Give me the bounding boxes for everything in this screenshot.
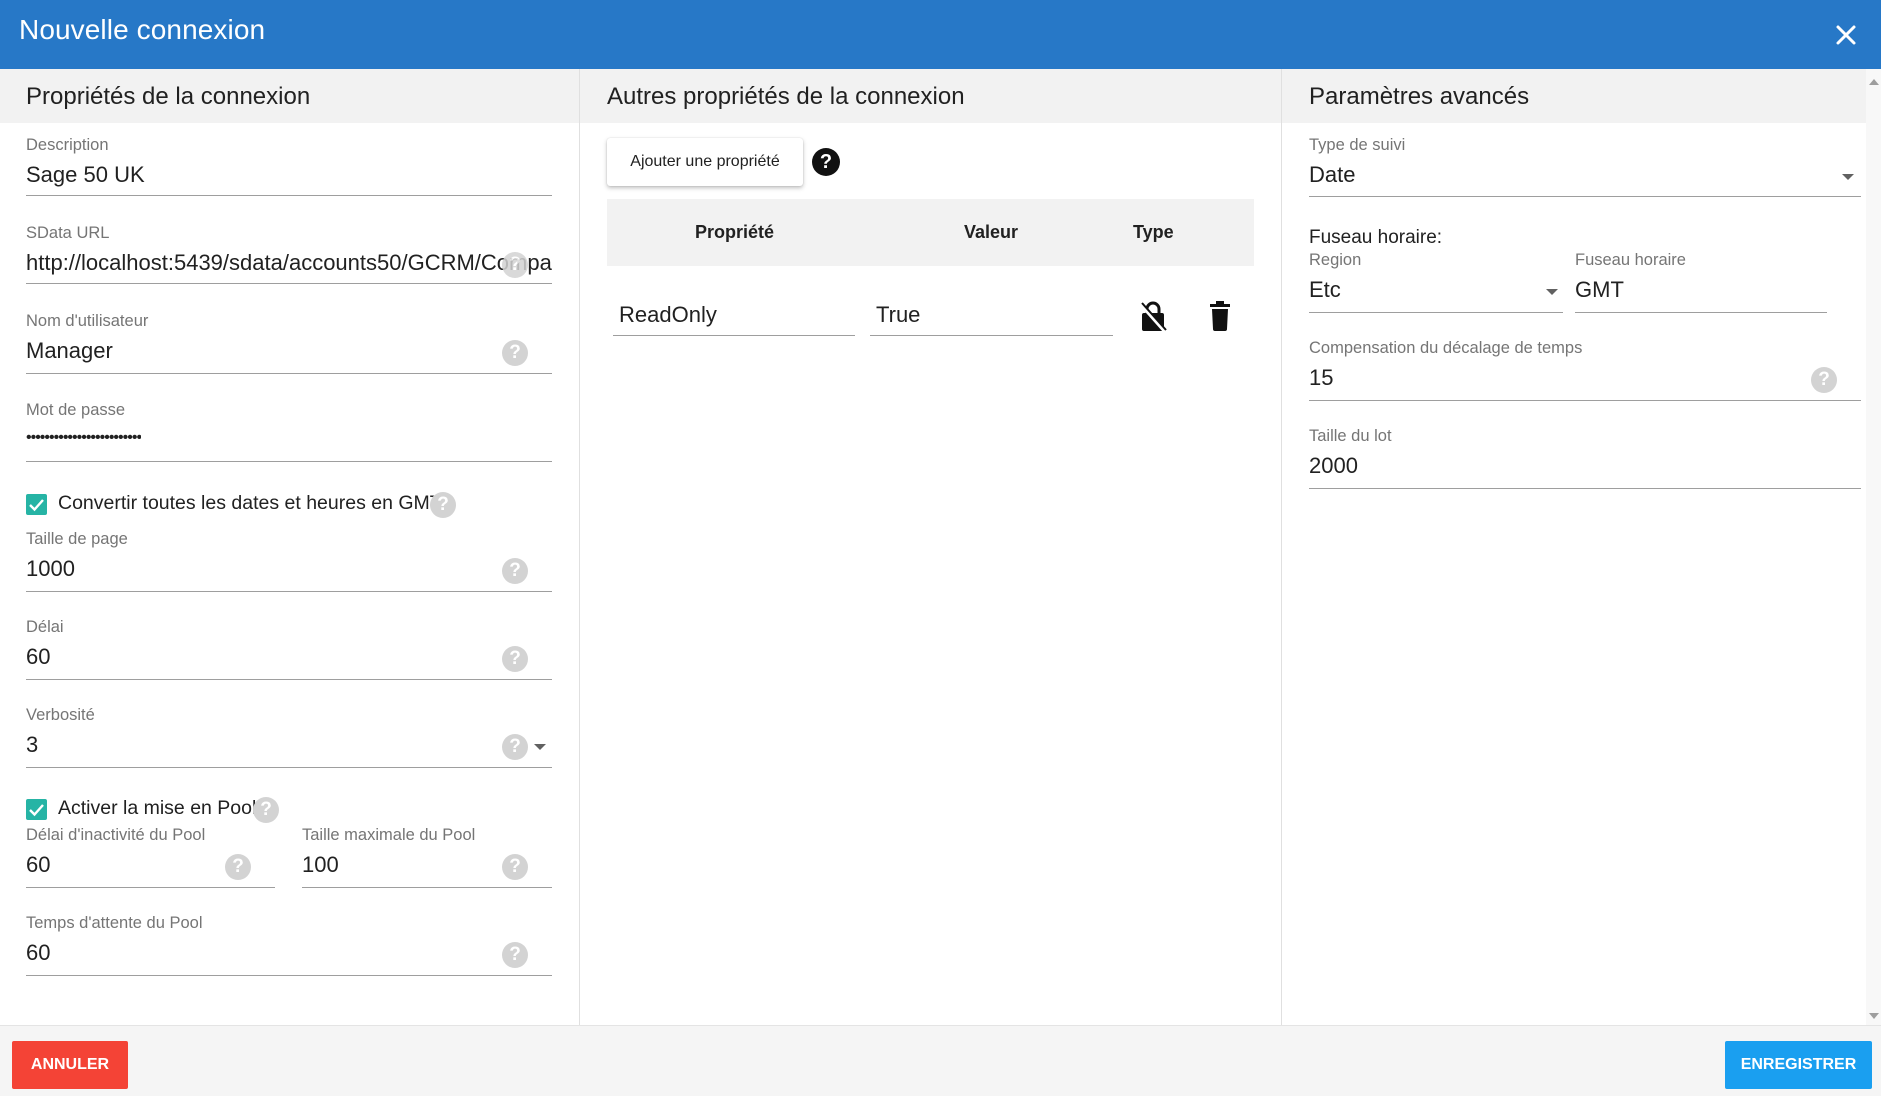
convert-gmt-checkbox[interactable] bbox=[26, 494, 47, 515]
dialog-footer: ANNULER ENREGISTRER bbox=[0, 1025, 1881, 1096]
vertical-scrollbar[interactable] bbox=[1866, 69, 1881, 1025]
property-value-input[interactable]: True bbox=[870, 297, 1113, 336]
timeout-input[interactable]: 60 bbox=[26, 644, 50, 670]
pool-wait-help-icon[interactable]: ? bbox=[502, 942, 528, 968]
pooling-help-icon[interactable]: ? bbox=[253, 797, 279, 823]
batch-size-input[interactable]: 2000 bbox=[1309, 453, 1358, 479]
pool-wait-label: Temps d'attente du Pool bbox=[26, 914, 203, 932]
pool-max-label: Taille maximale du Pool bbox=[302, 826, 476, 844]
trash-icon[interactable] bbox=[1208, 301, 1232, 331]
sdata-url-input[interactable]: http://localhost:5439/sdata/accounts50/G… bbox=[26, 250, 552, 276]
property-name-value[interactable]: ReadOnly bbox=[619, 302, 717, 328]
sdata-url-help-icon[interactable]: ? bbox=[502, 252, 528, 278]
time-offset-field[interactable]: Compensation du décalage de temps 15 ? bbox=[1309, 339, 1861, 401]
password-field[interactable]: Mot de passe ••••••••••••••••••••••••• bbox=[26, 401, 552, 462]
column-header-property: Propriété bbox=[695, 222, 775, 242]
time-offset-help-icon[interactable]: ? bbox=[1811, 367, 1837, 393]
convert-gmt-help-icon[interactable]: ? bbox=[430, 492, 456, 518]
scroll-down-icon[interactable] bbox=[1869, 1013, 1879, 1019]
pool-max-field[interactable]: Taille maximale du Pool 100 ? bbox=[302, 826, 552, 888]
sdata-url-field[interactable]: SData URL http://localhost:5439/sdata/ac… bbox=[26, 224, 552, 284]
chevron-down-icon[interactable] bbox=[534, 744, 546, 750]
verbosity-help-icon[interactable]: ? bbox=[502, 734, 528, 760]
pool-idle-help-icon[interactable]: ? bbox=[225, 854, 251, 880]
region-select[interactable]: Region Etc bbox=[1309, 251, 1563, 313]
close-icon[interactable] bbox=[1830, 19, 1862, 51]
page-size-field[interactable]: Taille de page 1000 ? bbox=[26, 530, 552, 592]
verbosity-label: Verbosité bbox=[26, 706, 95, 724]
page-size-input[interactable]: 1000 bbox=[26, 556, 75, 582]
tracking-type-label: Type de suivi bbox=[1309, 136, 1406, 154]
time-offset-label: Compensation du décalage de temps bbox=[1309, 339, 1583, 357]
verbosity-select[interactable]: Verbosité 3 ? bbox=[26, 706, 552, 768]
password-label: Mot de passe bbox=[26, 401, 126, 419]
page-size-help-icon[interactable]: ? bbox=[502, 558, 528, 584]
timezone-input[interactable]: GMT bbox=[1575, 277, 1624, 303]
add-property-help-icon[interactable]: ? bbox=[812, 148, 840, 176]
chevron-down-icon[interactable] bbox=[1842, 174, 1854, 180]
username-label: Nom d'utilisateur bbox=[26, 312, 149, 330]
time-offset-input[interactable]: 15 bbox=[1309, 365, 1333, 391]
pool-idle-field[interactable]: Délai d'inactivité du Pool 60 ? bbox=[26, 826, 275, 888]
page-size-label: Taille de page bbox=[26, 530, 128, 548]
advanced-settings-heading: Paramètres avancés bbox=[1282, 69, 1866, 123]
pooling-label: Activer la mise en Pool bbox=[58, 797, 257, 819]
check-icon bbox=[29, 499, 44, 512]
connection-properties-panel: Propriétés de la connexion Description S… bbox=[0, 69, 580, 1025]
timezone-label: Fuseau horaire bbox=[1575, 251, 1686, 269]
pool-idle-input[interactable]: 60 bbox=[26, 852, 50, 878]
convert-gmt-checkbox-row[interactable]: Convertir toutes les dates et heures en … bbox=[26, 491, 466, 519]
advanced-settings-panel: Paramètres avancés Type de suivi Date Fu… bbox=[1282, 69, 1866, 1025]
username-field[interactable]: Nom d'utilisateur Manager ? bbox=[26, 312, 552, 374]
pool-wait-field[interactable]: Temps d'attente du Pool 60 ? bbox=[26, 914, 552, 976]
check-icon bbox=[29, 804, 44, 817]
timeout-help-icon[interactable]: ? bbox=[502, 646, 528, 672]
verbosity-value[interactable]: 3 bbox=[26, 732, 38, 758]
timeout-label: Délai bbox=[26, 618, 64, 636]
chevron-down-icon[interactable] bbox=[1546, 289, 1558, 295]
dialog-title: Nouvelle connexion bbox=[19, 14, 266, 45]
cancel-button[interactable]: ANNULER bbox=[12, 1041, 128, 1089]
batch-size-field[interactable]: Taille du lot 2000 bbox=[1309, 427, 1861, 489]
pool-idle-label: Délai d'inactivité du Pool bbox=[26, 826, 206, 844]
pooling-checkbox-row[interactable]: Activer la mise en Pool ? bbox=[26, 796, 286, 824]
column-header-value: Valeur bbox=[964, 222, 1019, 242]
tracking-type-select[interactable]: Type de suivi Date bbox=[1309, 136, 1861, 197]
sdata-url-label: SData URL bbox=[26, 224, 110, 242]
pool-wait-input[interactable]: 60 bbox=[26, 940, 50, 966]
property-name-input[interactable]: ReadOnly bbox=[613, 297, 855, 336]
pool-max-help-icon[interactable]: ? bbox=[502, 854, 528, 880]
property-value-value[interactable]: True bbox=[876, 302, 920, 328]
dialog-header: Nouvelle connexion bbox=[0, 0, 1881, 69]
tracking-type-value[interactable]: Date bbox=[1309, 162, 1355, 188]
password-input[interactable]: ••••••••••••••••••••••••• bbox=[26, 429, 141, 447]
pool-max-input[interactable]: 100 bbox=[302, 852, 339, 878]
timeout-field[interactable]: Délai 60 ? bbox=[26, 618, 552, 680]
region-label: Region bbox=[1309, 251, 1362, 269]
description-field[interactable]: Description Sage 50 UK bbox=[26, 136, 552, 196]
connection-properties-heading: Propriétés de la connexion bbox=[0, 69, 579, 123]
username-help-icon[interactable]: ? bbox=[502, 340, 528, 366]
add-property-button[interactable]: Ajouter une propriété bbox=[607, 138, 803, 186]
scroll-up-icon[interactable] bbox=[1869, 79, 1879, 85]
timezone-heading: Fuseau horaire: bbox=[1309, 227, 1443, 248]
timezone-field[interactable]: Fuseau horaire GMT bbox=[1575, 251, 1827, 313]
other-properties-heading: Autres propriétés de la connexion bbox=[580, 69, 1281, 123]
lock-icon[interactable] bbox=[1138, 299, 1168, 333]
batch-size-label: Taille du lot bbox=[1309, 427, 1392, 445]
column-header-type: Type bbox=[1133, 222, 1174, 242]
convert-gmt-label: Convertir toutes les dates et heures en … bbox=[58, 492, 442, 514]
username-input[interactable]: Manager bbox=[26, 338, 113, 364]
region-value[interactable]: Etc bbox=[1309, 277, 1341, 303]
description-label: Description bbox=[26, 136, 109, 154]
save-button[interactable]: ENREGISTRER bbox=[1725, 1041, 1872, 1089]
other-properties-panel: Autres propriétés de la connexion Ajoute… bbox=[580, 69, 1282, 1025]
properties-table-header: Propriété Valeur Type bbox=[607, 199, 1254, 266]
pooling-checkbox[interactable] bbox=[26, 799, 47, 820]
description-input[interactable]: Sage 50 UK bbox=[26, 162, 145, 188]
